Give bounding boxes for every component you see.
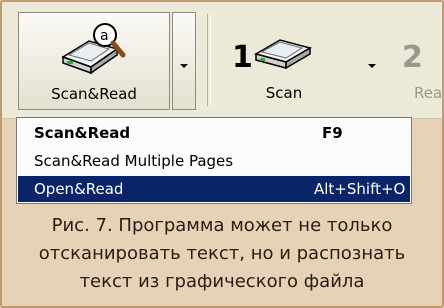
scan-step-number: 1 <box>232 40 253 75</box>
scan-read-dropdown-button[interactable] <box>172 12 196 110</box>
toolbar: a Scan&Read 1 Scan 2 Rea <box>2 2 442 119</box>
scanner-magnifier-icon: a <box>61 23 126 75</box>
menu-item-open-read[interactable]: Open&Read Alt+Shift+O <box>18 176 410 202</box>
toolbar-separator <box>207 14 211 106</box>
menu-item-label: Scan&Read <box>34 124 131 142</box>
scan-read-button[interactable]: a Scan&Read <box>18 12 170 110</box>
figure-caption: Рис. 7. Программа может не только отскан… <box>10 212 434 296</box>
caption-line: Рис. 7. Программа может не только <box>51 215 393 236</box>
caption-line: отсканировать текст, но и распознать <box>38 243 406 264</box>
scan-read-menu: Scan&Read F9 Scan&Read Multiple Pages Op… <box>16 117 412 204</box>
read-step-number: 2 <box>402 40 423 75</box>
svg-text:a: a <box>100 28 109 44</box>
menu-item-scan-read[interactable]: Scan&Read F9 <box>18 120 410 146</box>
read-label[interactable]: Rea <box>414 84 444 102</box>
scan-label[interactable]: Scan <box>242 84 326 102</box>
scanner-icon[interactable] <box>254 24 314 70</box>
menu-item-shortcut: F9 <box>322 124 343 142</box>
scan-read-label: Scan&Read <box>51 85 137 103</box>
menu-item-shortcut: Alt+Shift+O <box>314 180 406 198</box>
menu-item-scan-read-multiple[interactable]: Scan&Read Multiple Pages <box>18 148 410 174</box>
menu-item-label: Open&Read <box>34 180 124 198</box>
dropdown-arrow-icon <box>180 64 188 68</box>
caption-line: текст из графического файла <box>79 271 365 292</box>
menu-item-label: Scan&Read Multiple Pages <box>34 152 234 170</box>
scan-dropdown-arrow-icon[interactable] <box>368 64 376 68</box>
